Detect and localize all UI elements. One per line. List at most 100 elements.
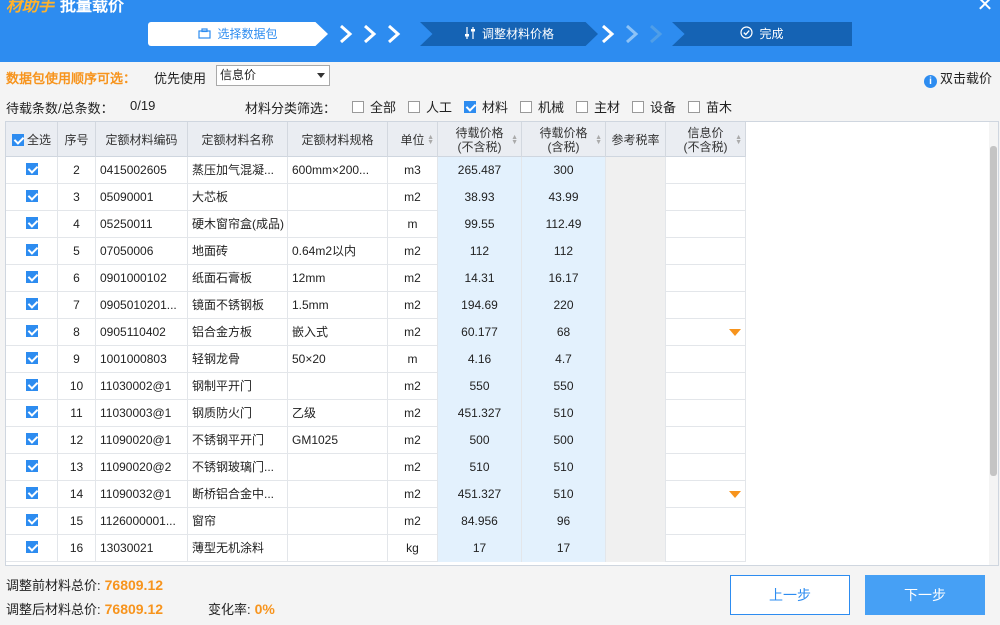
table-row[interactable]: 15 1126000001... 窗帘 m2 84.956 96 [6,508,746,535]
cell-info-price[interactable] [666,238,746,265]
cell-price-in-tax[interactable]: 16.17 [522,265,606,292]
cell-price-ex-tax[interactable]: 38.93 [438,184,522,211]
scrollbar-thumb[interactable] [990,146,997,476]
cell-price-in-tax[interactable]: 112 [522,238,606,265]
cell-price-ex-tax[interactable]: 510 [438,454,522,481]
row-checkbox[interactable] [25,460,38,472]
prefer-select[interactable]: 信息价 [216,65,330,86]
cell-info-price[interactable] [666,535,746,562]
cell-info-price[interactable] [666,346,746,373]
table-row[interactable]: 11 11030003@1 钢质防火门 乙级 m2 451.327 510 [6,400,746,427]
cell-info-price[interactable] [666,292,746,319]
checkbox[interactable] [576,101,588,113]
table-row[interactable]: 4 05250011 硬木窗帘盒(成品) m 99.55 112.49 [6,211,746,238]
checkbox[interactable] [632,101,644,113]
checkbox[interactable] [408,101,420,113]
cell-price-in-tax[interactable]: 550 [522,373,606,400]
table-row[interactable]: 8 0905110402 铝合金方板 嵌入式 m2 60.177 68 [6,319,746,346]
cell-price-in-tax[interactable]: 220 [522,292,606,319]
next-button[interactable]: 下一步 [865,575,985,615]
table-row[interactable]: 13 11090020@2 不锈钢玻璃门... m2 510 510 [6,454,746,481]
cell-price-in-tax[interactable]: 96 [522,508,606,535]
filter-equipment[interactable]: 设备 [632,97,676,116]
cell-price-ex-tax[interactable]: 99.55 [438,211,522,238]
cell-info-price[interactable] [666,319,746,346]
row-checkbox[interactable] [25,487,38,499]
row-checkbox[interactable] [25,379,38,391]
cell-price-ex-tax[interactable]: 14.31 [438,265,522,292]
filter-material[interactable]: 材料 [464,97,508,116]
cell-info-price[interactable] [666,427,746,454]
filter-main-material[interactable]: 主材 [576,97,620,116]
row-checkbox[interactable] [25,352,38,364]
table-row[interactable]: 14 11090032@1 断桥铝合金中... m2 451.327 510 [6,481,746,508]
header-tax-rate[interactable]: 参考税率 [606,122,666,157]
cell-price-ex-tax[interactable]: 500 [438,427,522,454]
header-info-price[interactable]: 信息价 (不含税) ▲ ▼ [666,122,746,157]
header-unit[interactable]: 单位 ▲ ▼ [388,122,438,157]
row-checkbox[interactable] [25,298,38,310]
row-checkbox[interactable] [25,433,38,445]
cell-price-ex-tax[interactable]: 17 [438,535,522,562]
table-row[interactable]: 2 0415002605 蒸压加气混凝... 600mm×200... m3 2… [6,157,746,184]
checkbox[interactable] [352,101,364,113]
header-seq[interactable]: 序号 [58,122,96,157]
info-price-dropdown-icon[interactable] [729,329,741,336]
checkbox[interactable] [688,101,700,113]
cell-info-price[interactable] [666,211,746,238]
sort-icon[interactable]: ▲ ▼ [735,134,742,146]
cell-info-price[interactable] [666,508,746,535]
close-icon[interactable]: ✕ [974,0,996,18]
table-row[interactable]: 16 13030021 薄型无机涂料 kg 17 17 [6,535,746,562]
header-price-in-tax[interactable]: 待载价格 (含税) ▲ ▼ [522,122,606,157]
vertical-scrollbar[interactable] [989,122,998,565]
cell-price-ex-tax[interactable]: 112 [438,238,522,265]
header-select-all[interactable]: 全选 [6,122,58,157]
select-all-checkbox[interactable] [11,133,24,146]
cell-price-in-tax[interactable]: 510 [522,400,606,427]
table-row[interactable]: 7 0905010201... 镜面不锈钢板 1.5mm m2 194.69 2… [6,292,746,319]
cell-price-ex-tax[interactable]: 550 [438,373,522,400]
row-checkbox[interactable] [25,217,38,229]
cell-price-in-tax[interactable]: 112.49 [522,211,606,238]
cell-price-in-tax[interactable]: 510 [522,481,606,508]
table-row[interactable]: 3 05090001 大芯板 m2 38.93 43.99 [6,184,746,211]
row-checkbox[interactable] [25,271,38,283]
row-checkbox[interactable] [25,244,38,256]
cell-price-ex-tax[interactable]: 451.327 [438,481,522,508]
cell-info-price[interactable] [666,400,746,427]
header-name[interactable]: 定额材料名称 [188,122,288,157]
sort-icon[interactable]: ▲ ▼ [427,134,434,146]
cell-info-price[interactable] [666,265,746,292]
checkbox-checked[interactable] [464,101,476,113]
filter-labor[interactable]: 人工 [408,97,452,116]
step-adjust-prices[interactable]: 调整材料价格 [420,22,598,46]
table-row[interactable]: 6 0901000102 纸面石膏板 12mm m2 14.31 16.17 [6,265,746,292]
cell-price-in-tax[interactable]: 43.99 [522,184,606,211]
cell-price-in-tax[interactable]: 500 [522,427,606,454]
cell-price-ex-tax[interactable]: 60.177 [438,319,522,346]
info-price-dropdown-icon[interactable] [729,491,741,498]
sort-icon[interactable]: ▲ ▼ [595,134,602,146]
cell-info-price[interactable] [666,184,746,211]
filter-all[interactable]: 全部 [352,97,396,116]
cell-info-price[interactable] [666,481,746,508]
cell-price-ex-tax[interactable]: 84.956 [438,508,522,535]
cell-price-ex-tax[interactable]: 194.69 [438,292,522,319]
filter-machinery[interactable]: 机械 [520,97,564,116]
table-row[interactable]: 10 11030002@1 钢制平开门 m2 550 550 [6,373,746,400]
row-checkbox[interactable] [25,406,38,418]
checkbox[interactable] [520,101,532,113]
cell-price-in-tax[interactable]: 68 [522,319,606,346]
cell-price-in-tax[interactable]: 510 [522,454,606,481]
cell-price-in-tax[interactable]: 4.7 [522,346,606,373]
table-row[interactable]: 9 1001000803 轻钢龙骨 50×20 m 4.16 4.7 [6,346,746,373]
cell-price-ex-tax[interactable]: 4.16 [438,346,522,373]
row-checkbox[interactable] [25,163,38,175]
cell-info-price[interactable] [666,373,746,400]
sort-icon[interactable]: ▲ ▼ [511,134,518,146]
row-checkbox[interactable] [25,514,38,526]
cell-price-in-tax[interactable]: 17 [522,535,606,562]
row-checkbox[interactable] [25,325,38,337]
row-checkbox[interactable] [25,541,38,553]
